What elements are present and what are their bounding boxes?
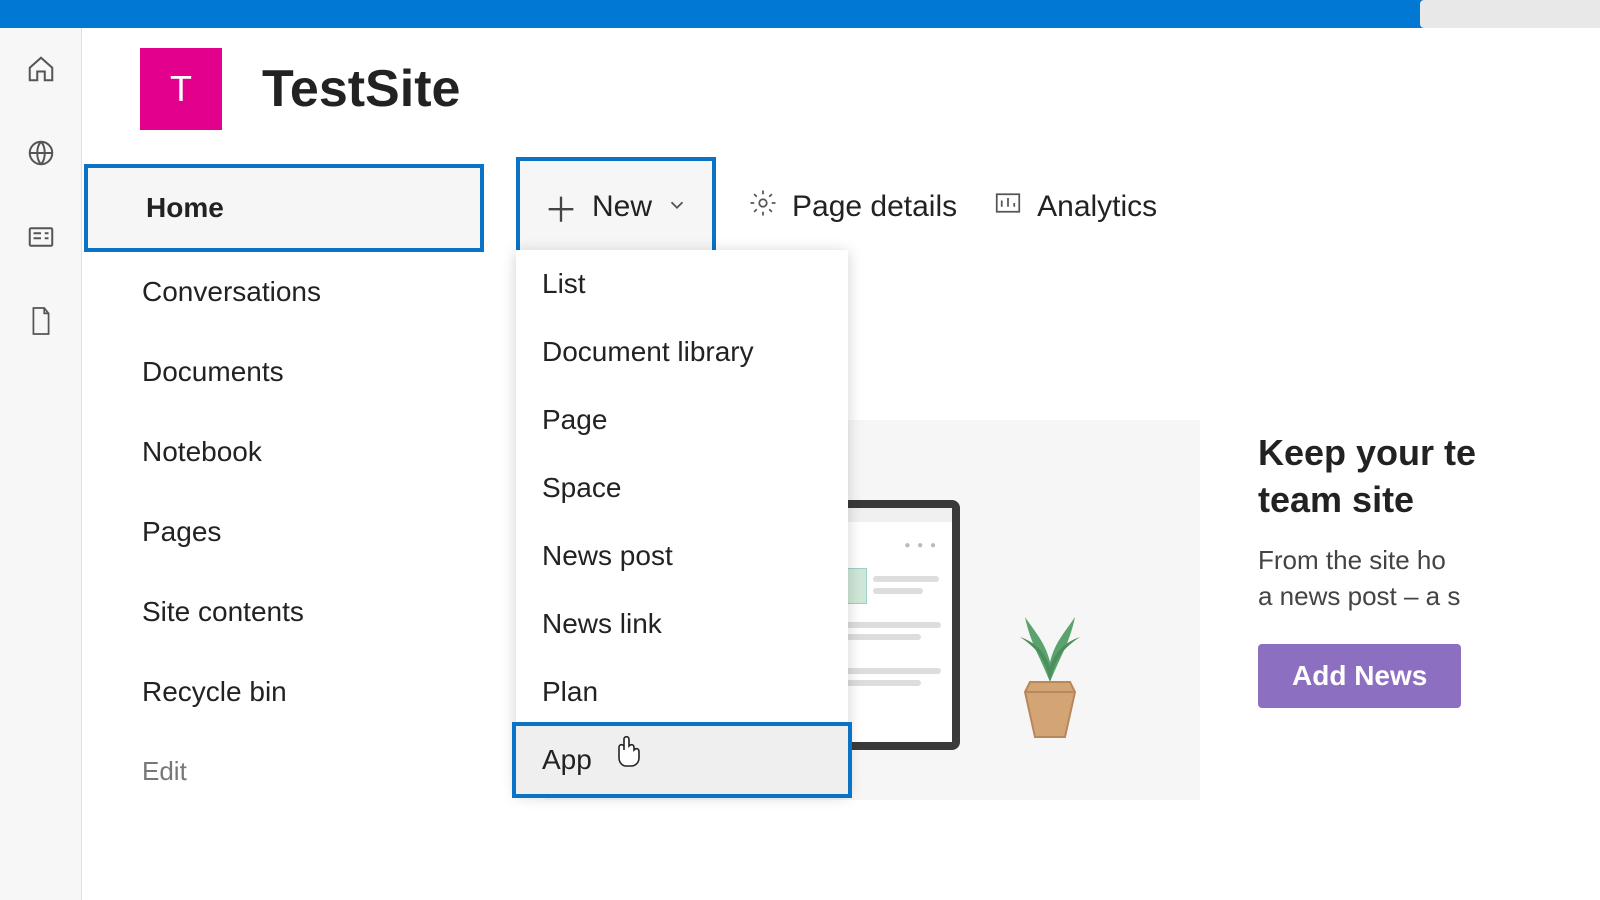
nav-home[interactable]: Home <box>84 164 484 252</box>
site-title: TestSite <box>262 59 460 119</box>
site-logo-tile[interactable]: T <box>140 48 222 130</box>
side-navigation: Home Conversations Documents Notebook Pa… <box>84 164 484 811</box>
new-dropdown-menu: List Document library Page Space News po… <box>516 250 848 794</box>
app-top-bar <box>0 0 1600 28</box>
menu-item-document-library[interactable]: Document library <box>516 318 848 386</box>
nav-edit-link[interactable]: Edit <box>84 732 484 811</box>
gear-icon <box>748 188 778 226</box>
nav-notebook[interactable]: Notebook <box>84 412 484 492</box>
news-icon[interactable] <box>24 220 58 254</box>
nav-conversations[interactable]: Conversations <box>84 252 484 332</box>
command-bar: ＋ New Page details Analytics <box>516 164 1161 250</box>
info-heading: Keep your te team site <box>1258 430 1600 524</box>
menu-item-news-link[interactable]: News link <box>516 590 848 658</box>
menu-item-news-post[interactable]: News post <box>516 522 848 590</box>
home-icon[interactable] <box>24 52 58 86</box>
menu-item-list[interactable]: List <box>516 250 848 318</box>
nav-site-contents[interactable]: Site contents <box>84 572 484 652</box>
new-button[interactable]: ＋ New <box>516 157 716 258</box>
chart-icon <box>993 188 1023 226</box>
menu-item-page[interactable]: Page <box>516 386 848 454</box>
app-left-rail <box>0 28 82 900</box>
globe-icon[interactable] <box>24 136 58 170</box>
menu-item-plan[interactable]: Plan <box>516 658 848 726</box>
analytics-button[interactable]: Analytics <box>989 176 1161 238</box>
menu-item-space[interactable]: Space <box>516 454 848 522</box>
add-news-button[interactable]: Add News <box>1258 644 1461 708</box>
menu-item-app[interactable]: App <box>516 726 848 794</box>
new-button-label: New <box>592 190 652 224</box>
news-info-panel: Keep your te team site From the site ho … <box>1258 430 1600 708</box>
document-icon[interactable] <box>24 304 58 338</box>
cursor-pointer-icon <box>614 732 644 773</box>
nav-recycle-bin[interactable]: Recycle bin <box>84 652 484 732</box>
analytics-label: Analytics <box>1037 190 1157 224</box>
chevron-down-icon <box>666 190 688 224</box>
plant-illustration <box>1000 587 1100 752</box>
plus-icon: ＋ <box>544 183 578 232</box>
nav-documents[interactable]: Documents <box>84 332 484 412</box>
info-body: From the site ho a news post – a s <box>1258 542 1600 615</box>
search-box-stub[interactable] <box>1420 0 1600 28</box>
site-header: T TestSite <box>140 48 460 130</box>
page-details-button[interactable]: Page details <box>744 176 961 238</box>
nav-pages[interactable]: Pages <box>84 492 484 572</box>
page-details-label: Page details <box>792 190 957 224</box>
